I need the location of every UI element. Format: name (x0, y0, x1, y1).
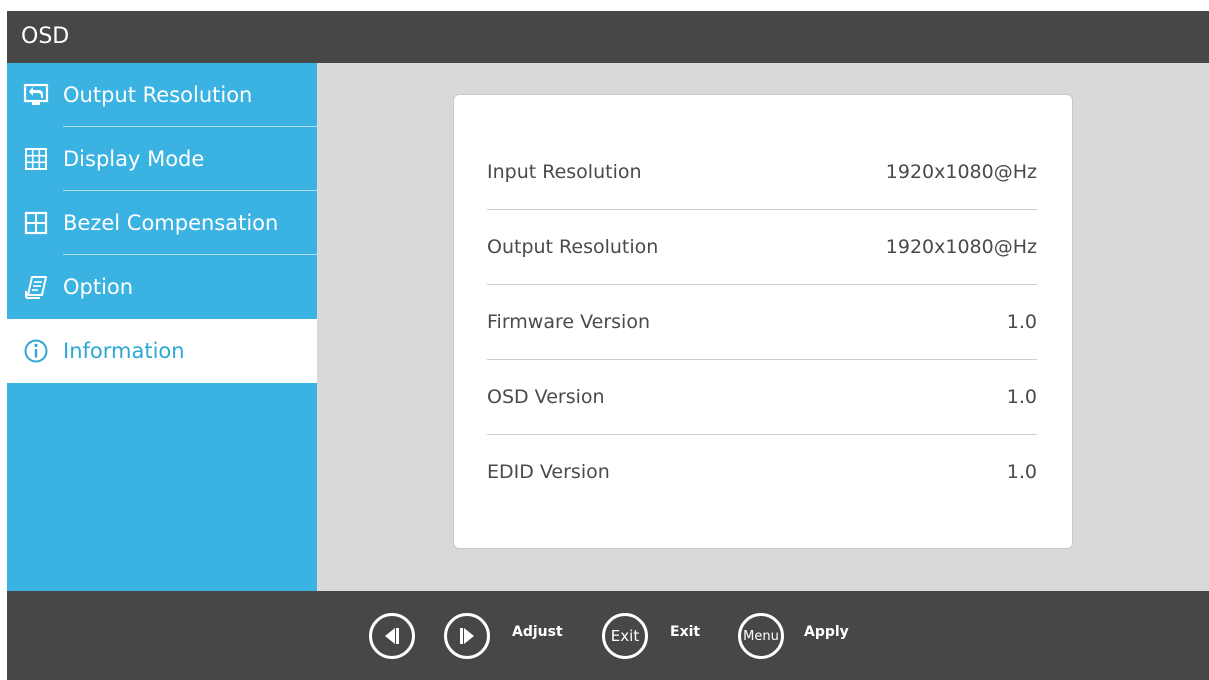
info-label: Firmware Version (487, 311, 650, 333)
info-value: 1920x1080@Hz (885, 161, 1037, 183)
information-panel: Input Resolution 1920x1080@Hz Output Res… (453, 94, 1073, 549)
info-value: 1.0 (1006, 461, 1037, 483)
info-row-output-resolution: Output Resolution 1920x1080@Hz (487, 210, 1037, 285)
sidebar-item-label: Display Mode (63, 147, 205, 171)
info-row-osd-version: OSD Version 1.0 (487, 360, 1037, 435)
grid-icon (23, 146, 49, 172)
exit-button-label: Exit (610, 627, 640, 645)
info-row-firmware-version: Firmware Version 1.0 (487, 285, 1037, 360)
sidebar-item-label: Option (63, 275, 134, 299)
info-label: Input Resolution (487, 161, 642, 183)
info-row-input-resolution: Input Resolution 1920x1080@Hz (487, 135, 1037, 210)
osd-screen: OSD Output Resolution Display Mode Bezel… (7, 11, 1209, 680)
sidebar-item-output-resolution[interactable]: Output Resolution (7, 63, 317, 127)
menu-button-label: Menu (743, 628, 779, 644)
info-value: 1.0 (1006, 386, 1037, 408)
right-button[interactable] (444, 613, 490, 659)
exit-label: Exit (670, 624, 701, 640)
info-icon (23, 338, 49, 364)
adjust-label: Adjust (512, 624, 563, 640)
info-value: 1.0 (1006, 311, 1037, 333)
sidebar-item-option[interactable]: Option (7, 255, 317, 319)
sidebar-item-label: Information (63, 339, 185, 363)
sidebar-item-bezel-compensation[interactable]: Bezel Compensation (7, 191, 317, 255)
menu-button[interactable]: Menu (738, 613, 784, 659)
sidebar-item-information[interactable]: Information (7, 319, 317, 383)
hint-bar: Adjust Exit Exit Menu Apply (7, 591, 1209, 680)
info-row-edid-version: EDID Version 1.0 (487, 435, 1037, 510)
exit-button[interactable]: Exit (602, 613, 648, 659)
document-icon (23, 274, 49, 300)
bezel-icon (23, 210, 49, 236)
info-label: OSD Version (487, 386, 605, 408)
triangle-left-icon (381, 625, 403, 647)
window-title: OSD (21, 24, 70, 49)
sidebar-item-label: Bezel Compensation (63, 211, 279, 235)
sidebar-item-label: Output Resolution (63, 83, 253, 107)
sidebar: Output Resolution Display Mode Bezel Com… (7, 63, 317, 591)
apply-label: Apply (804, 624, 849, 640)
title-bar: OSD (7, 11, 1209, 63)
info-value: 1920x1080@Hz (885, 236, 1037, 258)
info-label: Output Resolution (487, 236, 659, 258)
left-button[interactable] (369, 613, 415, 659)
output-resolution-icon (23, 82, 49, 108)
info-label: EDID Version (487, 461, 610, 483)
triangle-right-icon (456, 625, 478, 647)
sidebar-item-display-mode[interactable]: Display Mode (7, 127, 317, 191)
